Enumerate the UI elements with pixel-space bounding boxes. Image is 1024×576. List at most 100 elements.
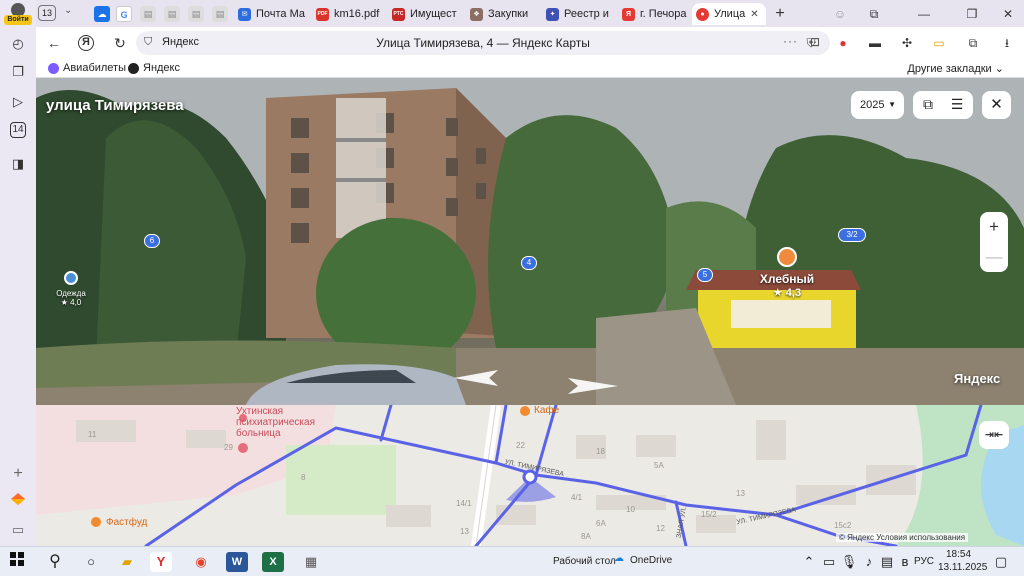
refresh-button[interactable]: ↻ <box>110 33 130 53</box>
bookmark-avia[interactable]: Авиабилеты <box>48 62 126 74</box>
house-number: 5А <box>654 461 664 470</box>
search-icon[interactable]: ⚲ <box>44 552 66 572</box>
windows-start-icon[interactable] <box>6 552 28 572</box>
yandex-browser-icon[interactable]: Y <box>150 552 172 572</box>
download-icon[interactable]: ⭳ <box>998 35 1016 51</box>
house-number: 22 <box>516 441 525 450</box>
close-tab-icon[interactable]: ✕ <box>750 9 758 20</box>
other-bookmarks[interactable]: Другие закладки ⌄ <box>907 62 1004 75</box>
page-tab-icon[interactable]: ▤ <box>212 6 228 22</box>
bookmark-yandex[interactable]: Яндекс <box>128 62 180 74</box>
task-view-icon[interactable]: ○ <box>80 552 102 572</box>
address-bar[interactable]: ⛉ Яндекс Улица Тимирязева, 4 — Яндекс Ка… <box>136 31 830 55</box>
street-panorama[interactable]: улица Тимирязева 2025 ▼ ⧉ ☰ ✕ + — 6 4 5 3… <box>36 78 1024 405</box>
extension-icon[interactable]: ▬ <box>866 35 884 51</box>
yandex-home-icon[interactable]: Я <box>78 35 94 51</box>
map-poi-fastfood[interactable]: Фастфуд <box>106 517 147 528</box>
tray-app-icon[interactable]: ▭ <box>818 552 840 572</box>
extensions-icon[interactable]: ✣ <box>898 35 916 51</box>
clothing-poi-icon[interactable] <box>64 271 78 285</box>
house-number: 12 <box>656 524 665 533</box>
close-window-button[interactable]: ✕ <box>994 4 1022 24</box>
notifications-icon[interactable]: ▢ <box>990 552 1012 572</box>
mini-map[interactable]: Ухтинская психиатрическая больница Кафе … <box>36 405 1024 546</box>
microphone-icon[interactable]: 🎙 <box>838 552 860 572</box>
bakery-poi-icon[interactable] <box>777 247 797 267</box>
poi-bakery[interactable]: Хлебный ★ 4,3 <box>748 272 826 299</box>
desktop-toolbar[interactable]: Рабочий стол <box>553 556 616 567</box>
google-tab-icon[interactable]: G <box>116 6 132 22</box>
file-explorer-icon[interactable]: ▰ <box>116 552 138 572</box>
close-panorama-button[interactable]: ✕ <box>982 91 1011 119</box>
battery-icon[interactable]: ▭ <box>930 35 948 51</box>
tab-mail[interactable]: ✉ Почта Ма <box>234 3 306 25</box>
year-select[interactable]: 2025 ▼ <box>851 91 904 119</box>
tab-pdf[interactable]: PDF km16.pdf <box>312 3 382 25</box>
tab-pechora[interactable]: Я г. Печора <box>618 3 690 25</box>
house-number: 18 <box>596 447 605 456</box>
tab-registry[interactable]: ✦ Реестр и <box>542 3 614 25</box>
map-canvas <box>36 405 1024 546</box>
house-marker[interactable]: 5 <box>697 268 713 282</box>
messenger-icon[interactable]: ◨ <box>8 154 28 174</box>
excel-icon[interactable]: X <box>262 552 284 572</box>
page-tab-icon[interactable]: ▤ <box>188 6 204 22</box>
clock-date[interactable]: 13.11.2025 <box>938 562 987 573</box>
collections-icon[interactable]: ⧉ <box>860 4 888 24</box>
tab-procurement[interactable]: ❖ Закупки <box>466 3 538 25</box>
profile-icon[interactable]: ☺ <box>826 4 854 24</box>
back-button[interactable]: ← <box>44 33 64 53</box>
extension-icon[interactable]: ● <box>834 35 852 51</box>
collections-icon[interactable]: ❐ <box>8 62 28 82</box>
chrome-icon[interactable]: ◉ <box>190 552 212 572</box>
input-language[interactable]: РУС <box>914 556 934 567</box>
video-icon[interactable]: ▷ <box>8 92 28 112</box>
map-collapse-button[interactable]: ⇥⇤ <box>979 421 1009 449</box>
map-poi-hospital[interactable]: Ухтинская психиатрическая больница <box>236 406 315 439</box>
chevron-down-icon[interactable]: ⌄ <box>64 5 72 16</box>
tab-property[interactable]: РТС Имущест <box>388 3 460 25</box>
house-marker[interactable]: 3/2 <box>838 228 866 242</box>
panorama-scene <box>36 78 1024 405</box>
onedrive-label[interactable]: OneDrive <box>630 555 672 566</box>
maximize-button[interactable]: ❐ <box>958 4 986 24</box>
clock-time[interactable]: 18:54 <box>946 549 971 560</box>
tab-count[interactable]: 13 <box>38 5 56 21</box>
onedrive-icon[interactable]: ☁ <box>614 553 624 564</box>
house-number: 8 <box>301 473 306 482</box>
calendar-icon[interactable]: 14 <box>10 122 26 138</box>
house-marker[interactable]: 4 <box>521 256 537 270</box>
new-tab-button[interactable]: + <box>770 4 790 24</box>
chevron-up-icon[interactable]: ⌃ <box>798 552 820 572</box>
more-icon[interactable]: ··· <box>783 34 798 48</box>
login-label: Войти <box>4 15 32 25</box>
alice-icon[interactable] <box>8 492 28 512</box>
map-copyright[interactable]: © Яндекс Условия использования <box>836 533 969 542</box>
tab-label: Улица <box>714 8 746 20</box>
menu-icon[interactable]: ☰ <box>946 96 968 113</box>
map-poi-cafe[interactable]: Кафе <box>534 405 559 416</box>
poi-clothing[interactable]: Одежда ★ 4,0 <box>48 289 94 307</box>
screenshot-icon[interactable]: ⧉ <box>964 35 982 51</box>
calculator-icon[interactable]: ▦ <box>300 552 322 572</box>
poi-rating: ★ 4,3 <box>772 287 802 299</box>
settings-icon[interactable]: ▭ <box>8 520 28 540</box>
maps-pin-icon: ● <box>696 7 709 21</box>
bluetooth-icon[interactable]: ʙ <box>894 552 916 572</box>
login-button[interactable]: Войти <box>4 2 32 25</box>
word-icon[interactable]: W <box>226 552 248 572</box>
minimize-button[interactable]: — <box>910 4 938 24</box>
pdf-icon: PDF <box>316 7 329 21</box>
zoom-in-button[interactable]: + <box>980 212 1008 242</box>
page-tab-icon[interactable]: ▤ <box>164 6 180 22</box>
history-icon[interactable]: ◴ <box>8 34 28 54</box>
protect-icon[interactable]: ⛨ <box>802 35 820 51</box>
house-marker[interactable]: 6 <box>144 234 160 248</box>
tab-label: Реестр и <box>564 8 609 20</box>
open-external-icon[interactable]: ⧉ <box>917 96 939 113</box>
tab-street-active[interactable]: ● Улица ✕ <box>692 3 766 25</box>
zoom-out-button[interactable]: — <box>980 242 1008 272</box>
page-tab-icon[interactable]: ▤ <box>140 6 156 22</box>
add-panel-icon[interactable]: + <box>8 464 28 484</box>
cloud-tab-icon[interactable]: ☁ <box>94 6 110 22</box>
